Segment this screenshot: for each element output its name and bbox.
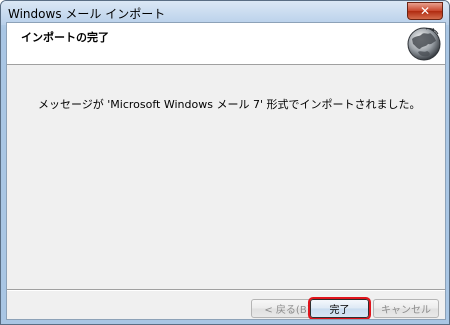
- import-complete-message: メッセージが 'Microsoft Windows メール 7' 形式でインポー…: [38, 98, 421, 111]
- window-title: Windows メール インポート: [8, 7, 166, 21]
- wizard-body: インポートの完了 メッセージが 'Microsoft Windows メール 7…: [6, 22, 446, 320]
- close-icon: ✕: [419, 4, 431, 18]
- page-title: インポートの完了: [21, 31, 109, 44]
- footer-divider: [7, 289, 445, 291]
- wizard-header: インポートの完了: [7, 23, 445, 65]
- close-button[interactable]: ✕: [407, 2, 443, 20]
- cancel-button[interactable]: キャンセル: [373, 299, 439, 318]
- globe-icon: [407, 27, 441, 61]
- import-wizard-window: Windows メール インポート ✕ インポートの完了 メッセージが 'Mic…: [0, 0, 450, 325]
- finish-button[interactable]: 完了: [308, 297, 371, 319]
